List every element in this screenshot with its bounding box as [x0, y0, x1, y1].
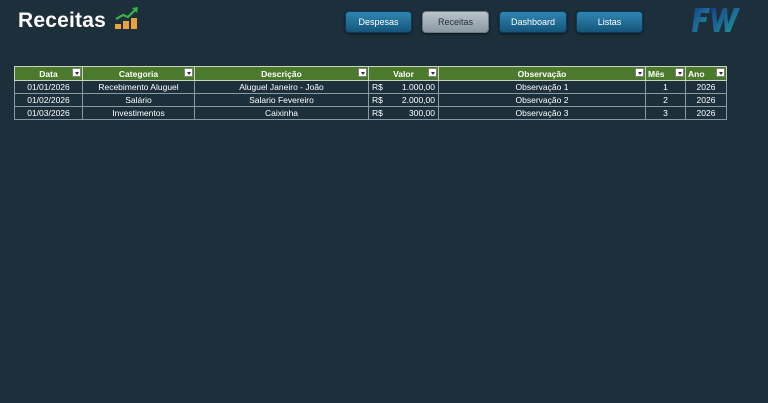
currency-symbol: R$ [372, 108, 383, 118]
filter-dropdown-icon[interactable] [428, 68, 437, 77]
table-header-row: Data Categoria Descrição Valor Observaçã… [14, 66, 727, 81]
cell-mes[interactable]: 2 [645, 93, 686, 107]
cell-ano[interactable]: 2026 [685, 106, 727, 120]
header-observacao: Observação [438, 66, 646, 81]
table-row: 01/03/2026 Investimentos Caixinha R$ 300,… [14, 106, 727, 120]
cell-valor[interactable]: R$ 1.000,00 [368, 80, 439, 94]
cell-data[interactable]: 01/03/2026 [14, 106, 83, 120]
header-ano: Ano [685, 66, 727, 81]
header-valor: Valor [368, 66, 439, 81]
cell-descricao[interactable]: Caixinha [194, 106, 369, 120]
dashboard-button[interactable]: Dashboard [499, 11, 567, 33]
table-row: 01/01/2026 Recebimento Aluguel Aluguel J… [14, 80, 727, 94]
valor-amount: 2.000,00 [401, 95, 435, 105]
cell-ano[interactable]: 2026 [685, 80, 727, 94]
filter-dropdown-icon[interactable] [675, 68, 684, 77]
bar-chart-growth-icon [115, 7, 138, 29]
header-categoria: Categoria [82, 66, 195, 81]
currency-symbol: R$ [372, 95, 383, 105]
cell-categoria[interactable]: Salário [82, 93, 195, 107]
filter-dropdown-icon[interactable] [716, 68, 725, 77]
filter-dropdown-icon[interactable] [72, 68, 81, 77]
receitas-button[interactable]: Receitas [422, 11, 489, 33]
cell-data[interactable]: 01/01/2026 [14, 80, 83, 94]
filter-dropdown-icon[interactable] [635, 68, 644, 77]
valor-amount: 1.000,00 [401, 82, 435, 92]
cell-valor[interactable]: R$ 300,00 [368, 106, 439, 120]
cell-descricao[interactable]: Aluguel Janeiro - João [194, 80, 369, 94]
cell-descricao[interactable]: Salario Fevereiro [194, 93, 369, 107]
cell-categoria[interactable]: Recebimento Aluguel [82, 80, 195, 94]
valor-amount: 300,00 [409, 108, 435, 118]
header-descricao: Descrição [194, 66, 369, 81]
fw-logo [692, 8, 740, 32]
cell-ano[interactable]: 2026 [685, 93, 727, 107]
despesas-button[interactable]: Despesas [345, 11, 412, 33]
filter-dropdown-icon[interactable] [358, 68, 367, 77]
cell-valor[interactable]: R$ 2.000,00 [368, 93, 439, 107]
page-title: Receitas [18, 9, 106, 32]
cell-observacao[interactable]: Observação 3 [438, 106, 646, 120]
currency-symbol: R$ [372, 82, 383, 92]
header-mes: Mês [645, 66, 686, 81]
cell-observacao[interactable]: Observação 1 [438, 80, 646, 94]
cell-data[interactable]: 01/02/2026 [14, 93, 83, 107]
cell-observacao[interactable]: Observação 2 [438, 93, 646, 107]
cell-mes[interactable]: 3 [645, 106, 686, 120]
header-data: Data [14, 66, 83, 81]
receitas-table: Data Categoria Descrição Valor Observaçã… [14, 66, 727, 120]
cell-mes[interactable]: 1 [645, 80, 686, 94]
listas-button[interactable]: Listas [576, 11, 643, 33]
table-row: 01/02/2026 Salário Salario Fevereiro R$ 2… [14, 93, 727, 107]
cell-categoria[interactable]: Investimentos [82, 106, 195, 120]
filter-dropdown-icon[interactable] [184, 68, 193, 77]
